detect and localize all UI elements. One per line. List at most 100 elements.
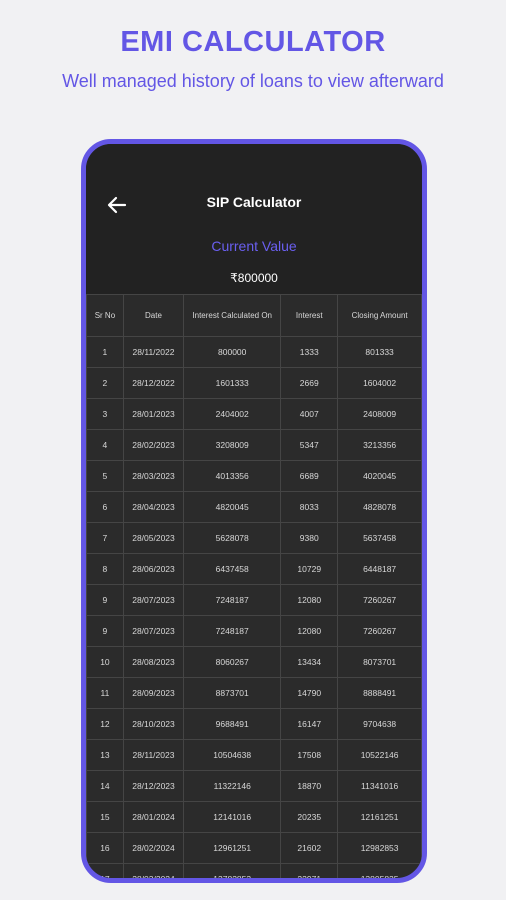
col-header-closing-amount: Closing Amount (337, 294, 422, 337)
cell-closing-amount: 12161251 (337, 801, 422, 833)
cell-closing-amount: 9704638 (337, 708, 422, 740)
cell-date: 28/02/2023 (122, 429, 185, 461)
cell-interest: 8033 (280, 491, 339, 523)
cell-sr-no: 12 (86, 708, 124, 740)
cell-sr-no: 13 (86, 739, 124, 771)
cell-closing-amount: 4020045 (337, 460, 422, 492)
cell-date: 28/03/2024 (122, 863, 185, 878)
table-row: 9 28/07/2023 7248187 12080 7260267 (86, 615, 422, 647)
cell-closing-amount: 11341016 (337, 770, 422, 802)
cell-date: 28/06/2023 (122, 553, 185, 585)
table-row: 14 28/12/2023 11322146 18870 11341016 (86, 770, 422, 802)
cell-closing-amount: 801333 (337, 336, 422, 368)
table-row: 10 28/08/2023 8060267 13434 8073701 (86, 646, 422, 678)
cell-interest: 14790 (280, 677, 339, 709)
cell-interest-calculated-on: 12961251 (183, 832, 282, 864)
cell-interest-calculated-on: 6437458 (183, 553, 282, 585)
cell-interest-calculated-on: 4820045 (183, 491, 282, 523)
table-row: 5 28/03/2023 4013356 6689 4020045 (86, 460, 422, 492)
cell-closing-amount: 7260267 (337, 615, 422, 647)
table-row: 4 28/02/2023 3208009 5347 3213356 (86, 429, 422, 461)
phone-frame: SIP Calculator Current Value ₹800000 Sr … (81, 139, 427, 883)
cell-date: 28/11/2022 (122, 336, 185, 368)
cell-interest-calculated-on: 13782853 (183, 863, 282, 878)
cell-interest-calculated-on: 7248187 (183, 584, 282, 616)
promo-title: EMI CALCULATOR (120, 26, 386, 58)
cell-interest: 9380 (280, 522, 339, 554)
cell-interest: 1333 (280, 336, 339, 368)
cell-interest-calculated-on: 2404002 (183, 398, 282, 430)
cell-date: 28/12/2022 (122, 367, 185, 399)
cell-interest: 21602 (280, 832, 339, 864)
table-body: 1 28/11/2022 800000 1333 801333 2 28/12/2022 16… (86, 336, 422, 878)
cell-sr-no: 8 (86, 553, 124, 585)
cell-interest-calculated-on: 3208009 (183, 429, 282, 461)
cell-date: 28/08/2023 (122, 646, 185, 678)
col-header-sr-no: Sr No (86, 294, 124, 337)
cell-date: 28/01/2024 (122, 801, 185, 833)
cell-interest-calculated-on: 800000 (183, 336, 282, 368)
cell-sr-no: 3 (86, 398, 124, 430)
schedule-table-container[interactable]: Sr No Date Interest Calculated On Interest C… (86, 294, 422, 878)
cell-interest: 13434 (280, 646, 339, 678)
cell-interest-calculated-on: 8060267 (183, 646, 282, 678)
promo-subtitle: Well managed history of loans to view af… (62, 71, 444, 91)
cell-sr-no: 14 (86, 770, 124, 802)
cell-sr-no: 1 (86, 336, 124, 368)
cell-date: 28/03/2023 (122, 460, 185, 492)
cell-interest-calculated-on: 1601333 (183, 367, 282, 399)
cell-interest-calculated-on: 11322146 (183, 770, 282, 802)
table-row: 3 28/01/2023 2404002 4007 2408009 (86, 398, 422, 430)
cell-interest: 10729 (280, 553, 339, 585)
cell-sr-no: 5 (86, 460, 124, 492)
cell-closing-amount: 8073701 (337, 646, 422, 678)
table-row: 11 28/09/2023 8873701 14790 8888491 (86, 677, 422, 709)
cell-sr-no: 4 (86, 429, 124, 461)
cell-sr-no: 6 (86, 491, 124, 523)
app-header: SIP Calculator Current Value ₹800000 (86, 144, 422, 294)
cell-date: 28/10/2023 (122, 708, 185, 740)
cell-interest-calculated-on: 4013356 (183, 460, 282, 492)
cell-interest: 5347 (280, 429, 339, 461)
cell-closing-amount: 8888491 (337, 677, 422, 709)
table-row: 9 28/07/2023 7248187 12080 7260267 (86, 584, 422, 616)
table-row: 2 28/12/2022 1601333 2669 1604002 (86, 367, 422, 399)
cell-interest: 4007 (280, 398, 339, 430)
cell-closing-amount: 7260267 (337, 584, 422, 616)
cell-closing-amount: 3213356 (337, 429, 422, 461)
cell-interest: 6689 (280, 460, 339, 492)
cell-interest: 18870 (280, 770, 339, 802)
cell-interest: 12080 (280, 615, 339, 647)
cell-sr-no: 7 (86, 522, 124, 554)
current-value-amount: ₹800000 (230, 271, 278, 285)
cell-closing-amount: 12982853 (337, 832, 422, 864)
cell-sr-no: 9 (86, 615, 124, 647)
cell-sr-no: 9 (86, 584, 124, 616)
cell-date: 28/02/2024 (122, 832, 185, 864)
schedule-table: Sr No Date Interest Calculated On Interest C… (86, 294, 422, 878)
cell-date: 28/07/2023 (122, 584, 185, 616)
cell-interest: 17508 (280, 739, 339, 771)
cell-interest: 2669 (280, 367, 339, 399)
table-row: 1 28/11/2022 800000 1333 801333 (86, 336, 422, 368)
table-row: 15 28/01/2024 12141016 20235 12161251 (86, 801, 422, 833)
current-value-label: Current Value (211, 238, 297, 254)
cell-sr-no: 11 (86, 677, 124, 709)
cell-closing-amount: 10522146 (337, 739, 422, 771)
cell-date: 28/05/2023 (122, 522, 185, 554)
cell-interest: 22971 (280, 863, 339, 878)
table-row: 16 28/02/2024 12961251 21602 12982853 (86, 832, 422, 864)
cell-date: 28/04/2023 (122, 491, 185, 523)
cell-date: 28/11/2023 (122, 739, 185, 771)
cell-interest-calculated-on: 9688491 (183, 708, 282, 740)
cell-interest: 12080 (280, 584, 339, 616)
cell-closing-amount: 4828078 (337, 491, 422, 523)
cell-sr-no: 15 (86, 801, 124, 833)
cell-interest-calculated-on: 10504638 (183, 739, 282, 771)
cell-closing-amount: 5637458 (337, 522, 422, 554)
cell-sr-no: 10 (86, 646, 124, 678)
cell-interest-calculated-on: 5628078 (183, 522, 282, 554)
cell-interest-calculated-on: 8873701 (183, 677, 282, 709)
table-row: 12 28/10/2023 9688491 16147 9704638 (86, 708, 422, 740)
cell-closing-amount: 2408009 (337, 398, 422, 430)
